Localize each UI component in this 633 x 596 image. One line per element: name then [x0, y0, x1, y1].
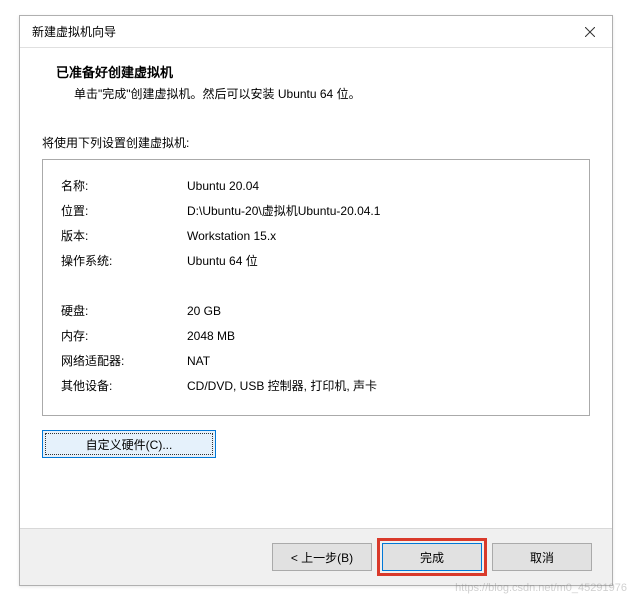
label-name: 名称: — [61, 174, 187, 199]
cancel-button[interactable]: 取消 — [492, 543, 592, 571]
row-version: 版本: Workstation 15.x — [61, 224, 571, 249]
footer: < 上一步(B) 完成 取消 — [20, 528, 612, 585]
label-location: 位置: — [61, 199, 187, 224]
finish-button[interactable]: 完成 — [382, 543, 482, 571]
value-location: D:\Ubuntu-20\虚拟机Ubuntu-20.04.1 — [187, 199, 571, 224]
close-button[interactable] — [568, 16, 612, 48]
page-subtitle: 单击"完成"创建虚拟机。然后可以安装 Ubuntu 64 位。 — [56, 85, 590, 102]
settings-box: 名称: Ubuntu 20.04 位置: D:\Ubuntu-20\虚拟机Ubu… — [42, 159, 590, 416]
value-memory: 2048 MB — [187, 324, 571, 349]
label-other: 其他设备: — [61, 374, 187, 399]
label-version: 版本: — [61, 224, 187, 249]
value-version: Workstation 15.x — [187, 224, 571, 249]
row-os: 操作系统: Ubuntu 64 位 — [61, 249, 571, 274]
value-os: Ubuntu 64 位 — [187, 249, 571, 274]
label-disk: 硬盘: — [61, 299, 187, 324]
row-location: 位置: D:\Ubuntu-20\虚拟机Ubuntu-20.04.1 — [61, 199, 571, 224]
label-network: 网络适配器: — [61, 349, 187, 374]
close-icon — [585, 27, 595, 37]
settings-label: 将使用下列设置创建虚拟机: — [20, 116, 612, 159]
wizard-dialog: 新建虚拟机向导 已准备好创建虚拟机 单击"完成"创建虚拟机。然后可以安装 Ubu… — [19, 15, 613, 586]
header-section: 已准备好创建虚拟机 单击"完成"创建虚拟机。然后可以安装 Ubuntu 64 位… — [20, 48, 612, 116]
label-memory: 内存: — [61, 324, 187, 349]
row-network: 网络适配器: NAT — [61, 349, 571, 374]
window-title: 新建虚拟机向导 — [32, 23, 116, 40]
page-title: 已准备好创建虚拟机 — [56, 62, 590, 81]
content-area: 已准备好创建虚拟机 单击"完成"创建虚拟机。然后可以安装 Ubuntu 64 位… — [20, 48, 612, 528]
back-button[interactable]: < 上一步(B) — [272, 543, 372, 571]
value-network: NAT — [187, 349, 571, 374]
row-memory: 内存: 2048 MB — [61, 324, 571, 349]
row-other: 其他设备: CD/DVD, USB 控制器, 打印机, 声卡 — [61, 374, 571, 399]
titlebar: 新建虚拟机向导 — [20, 16, 612, 48]
value-other: CD/DVD, USB 控制器, 打印机, 声卡 — [187, 374, 571, 399]
row-name: 名称: Ubuntu 20.04 — [61, 174, 571, 199]
customize-hardware-button[interactable]: 自定义硬件(C)... — [42, 430, 216, 458]
label-os: 操作系统: — [61, 249, 187, 274]
value-name: Ubuntu 20.04 — [187, 174, 571, 199]
row-disk: 硬盘: 20 GB — [61, 299, 571, 324]
value-disk: 20 GB — [187, 299, 571, 324]
